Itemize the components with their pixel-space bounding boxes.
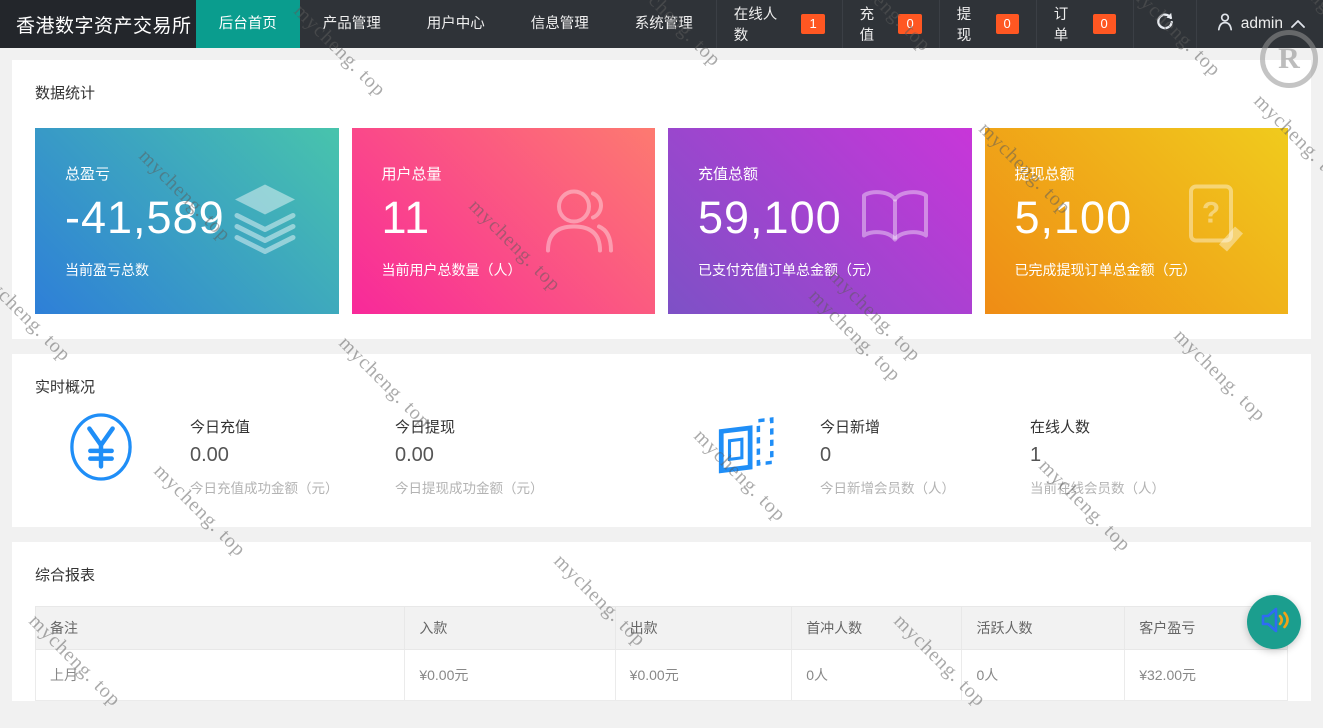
stat-today-new-members: 今日新增 0 今日新增会员数（人） — [820, 416, 955, 497]
top-navbar: 香港数字资产交易所 后台首页 产品管理 用户中心 信息管理 系统管理 在线人数 … — [0, 0, 1323, 48]
section-title-report: 综合报表 — [35, 567, 96, 584]
refresh-icon — [1155, 12, 1175, 37]
status-label: 充值 — [859, 7, 875, 44]
stat-caption: 今日充值成功金额（元） — [190, 481, 339, 496]
cell-outflow: ¥0.00元 — [614, 649, 793, 701]
stat-caption: 今日新增会员数（人） — [820, 481, 955, 496]
yen-circle-icon — [69, 412, 133, 487]
card-title: 提现总额 — [1014, 166, 1075, 183]
section-title-realtime: 实时概况 — [35, 379, 96, 396]
menu-item-users[interactable]: 用户中心 — [404, 0, 508, 48]
stat-title: 今日提现 — [395, 419, 456, 436]
status-badge: 0 — [1092, 14, 1116, 34]
sound-fab-button[interactable] — [1247, 595, 1301, 649]
stat-value: 1 — [1030, 444, 1042, 466]
col-header-first-deposit-count: 首冲人数 — [791, 606, 963, 650]
card-total-users[interactable]: 用户总量 11 当前用户总数量（人） — [351, 128, 655, 314]
status-badge: 0 — [995, 14, 1019, 34]
stat-today-deposit: 今日充值 0.00 今日充值成功金额（元） — [190, 416, 339, 497]
table-header-row: 备注 入款 出款 首冲人数 活跃人数 客户盈亏 — [34, 606, 1288, 650]
stat-value: 0.00 — [190, 444, 229, 466]
table-row[interactable]: 上月 ¥0.00元 ¥0.00元 0人 0人 ¥32.00元 — [34, 649, 1288, 701]
user-icon — [541, 183, 617, 260]
status-online-users[interactable]: 在线人数 1 — [715, 0, 842, 48]
status-deposits[interactable]: 充值 0 — [841, 0, 939, 48]
user-name: admin — [1240, 15, 1283, 32]
book-icon — [856, 187, 934, 256]
stat-today-withdrawal: 今日提现 0.00 今日提现成功金额（元） — [395, 416, 544, 497]
card-caption: 当前盈亏总数 — [65, 261, 149, 278]
cell-inflow: ¥0.00元 — [404, 649, 616, 701]
card-title: 充值总额 — [698, 166, 759, 183]
card-caption: 当前用户总数量（人） — [381, 261, 522, 278]
menu-item-dashboard[interactable]: 后台首页 — [195, 0, 300, 48]
stat-online-members: 在线人数 1 当前在线会员数（人） — [1030, 416, 1165, 497]
menu-item-system[interactable]: 系统管理 — [612, 0, 716, 48]
chevron-up-icon — [1291, 15, 1305, 33]
page-content: 数据统计 总盈亏 -41,589 当前盈亏总数 用户总量 11 当前用户总数量（… — [0, 48, 1323, 728]
box-frame-icon — [713, 414, 779, 485]
col-header-outflow: 出款 — [614, 606, 793, 650]
col-header-inflow: 入款 — [404, 606, 616, 650]
col-header-remark: 备注 — [34, 606, 406, 650]
stat-title: 今日充值 — [190, 419, 251, 436]
status-label: 提现 — [956, 7, 972, 44]
card-caption: 已支付充值订单总金额（元） — [698, 261, 880, 278]
stat-title: 在线人数 — [1030, 419, 1091, 436]
cell-first-deposit-count: 0人 — [791, 649, 963, 701]
navbar-right: 在线人数 1 充值 0 提现 0 订单 0 admin — [715, 0, 1323, 48]
card-total-deposit[interactable]: 充值总额 59,100 已支付充值订单总金额（元） — [668, 128, 972, 314]
svg-text:?: ? — [1202, 197, 1220, 230]
card-caption: 已完成提现订单总金额（元） — [1014, 261, 1197, 278]
cell-active-count: 0人 — [961, 649, 1126, 701]
user-icon — [1217, 12, 1233, 36]
panel-data-statistics: 数据统计 总盈亏 -41,589 当前盈亏总数 用户总量 11 当前用户总数量（… — [12, 60, 1311, 339]
panel-report: 综合报表 备注 入款 出款 首冲人数 活跃人数 客户盈亏 上月 ¥0.00元 ¥… — [12, 542, 1311, 701]
status-badge: 1 — [801, 14, 825, 34]
status-withdrawals[interactable]: 提现 0 — [938, 0, 1036, 48]
card-total-profit[interactable]: 总盈亏 -41,589 当前盈亏总数 — [35, 128, 339, 314]
status-orders[interactable]: 订单 0 — [1035, 0, 1133, 48]
cell-remark: 上月 — [34, 649, 406, 701]
status-label: 在线人数 — [733, 7, 778, 44]
stat-value: 0 — [820, 444, 832, 466]
stat-value: 0.00 — [395, 444, 434, 466]
section-title-statistics: 数据统计 — [35, 85, 96, 102]
stat-caption: 当前在线会员数（人） — [1030, 481, 1165, 496]
layers-icon — [229, 181, 301, 262]
card-total-withdrawal[interactable]: 提现总额 5,100 已完成提现订单总金额（元） ? — [984, 128, 1288, 314]
main-menu: 后台首页 产品管理 用户中心 信息管理 系统管理 — [195, 0, 716, 48]
stat-cards-row: 总盈亏 -41,589 当前盈亏总数 用户总量 11 当前用户总数量（人） 充值… — [12, 103, 1311, 339]
cell-customer-pnl: ¥32.00元 — [1124, 649, 1288, 701]
question-doc-icon: ? — [1178, 183, 1250, 260]
app-logo: 香港数字资产交易所 — [0, 0, 196, 48]
panel-realtime-overview: 实时概况 今日充值 0.00 今日充值成功金额（元） 今日提现 0.00 今日提… — [12, 354, 1311, 527]
col-header-active-count: 活跃人数 — [961, 606, 1126, 650]
status-badge: 0 — [898, 14, 922, 34]
stat-caption: 今日提现成功金额（元） — [395, 481, 544, 496]
refresh-button[interactable] — [1132, 0, 1196, 48]
card-title: 用户总量 — [381, 166, 442, 183]
stat-title: 今日新增 — [820, 419, 881, 436]
user-menu[interactable]: admin — [1195, 0, 1323, 48]
speaker-icon — [1258, 604, 1290, 641]
status-label: 订单 — [1053, 7, 1069, 44]
menu-item-products[interactable]: 产品管理 — [300, 0, 404, 48]
menu-item-info[interactable]: 信息管理 — [508, 0, 612, 48]
report-table: 备注 入款 出款 首冲人数 活跃人数 客户盈亏 上月 ¥0.00元 ¥0.00元… — [34, 606, 1288, 701]
